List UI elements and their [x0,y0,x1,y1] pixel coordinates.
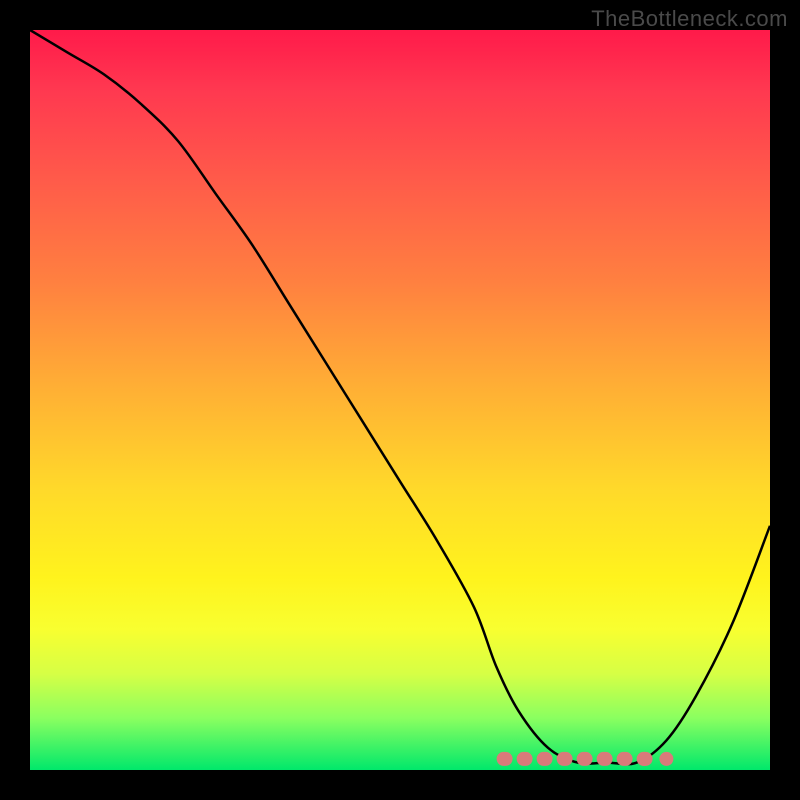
bottleneck-curve-line [30,30,770,764]
attribution-text: TheBottleneck.com [591,6,788,32]
optimal-zone-end-dot [637,752,651,766]
optimal-zone-end-dot-2 [659,752,673,766]
chart-svg [30,30,770,770]
plot-area [30,30,770,770]
